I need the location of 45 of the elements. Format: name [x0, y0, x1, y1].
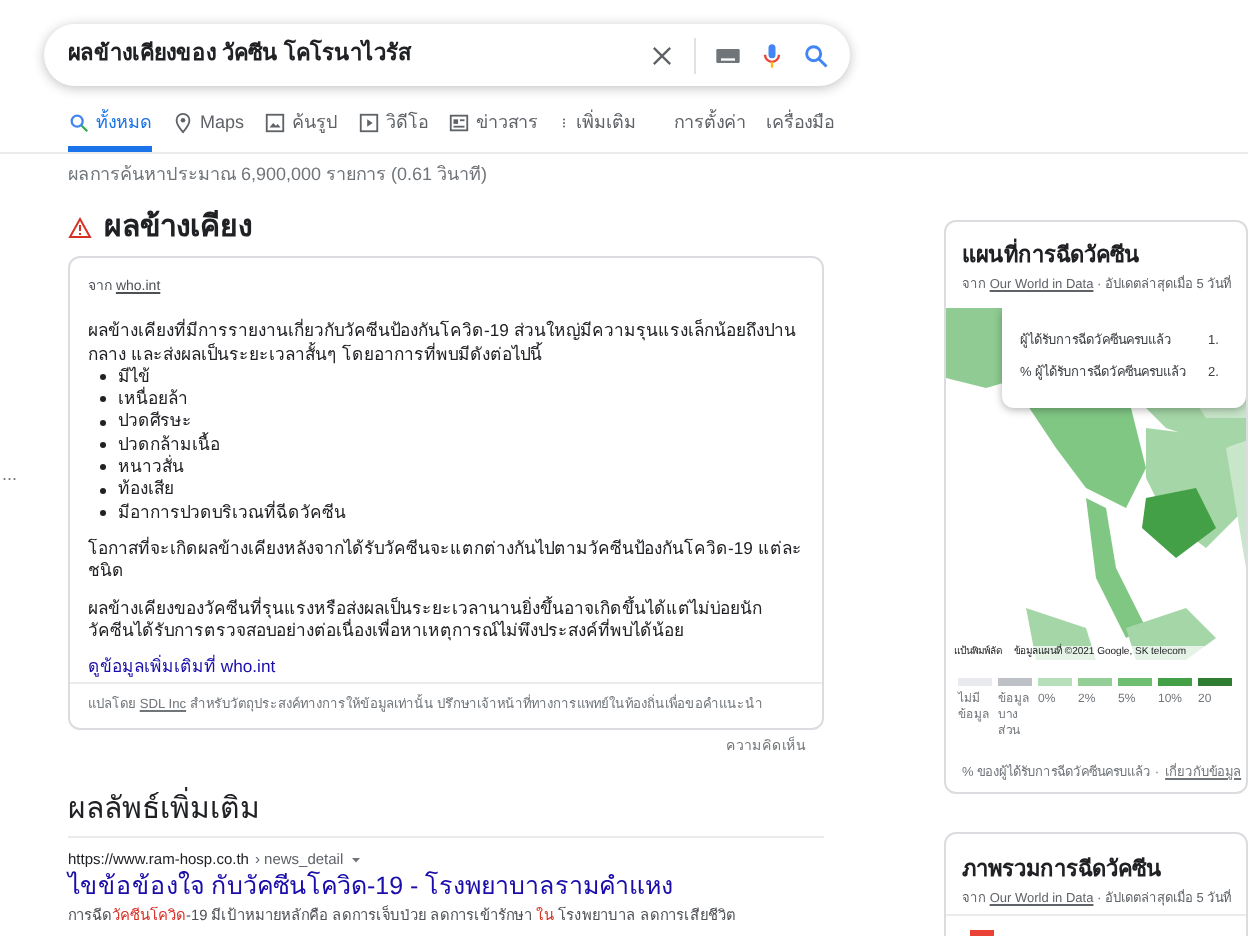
bullet-icon	[100, 464, 106, 471]
section-heading: ผลข้างเคียง	[104, 208, 252, 248]
section-heading: ผลลัพธ์เพิ่มเติม	[68, 788, 260, 833]
news-icon	[448, 112, 471, 134]
bullet-icon	[100, 509, 106, 516]
microphone-icon[interactable]	[758, 41, 786, 69]
flag-icon	[970, 930, 994, 936]
warning-icon	[68, 216, 92, 241]
bullet-icon	[100, 396, 106, 403]
intro-paragraph: ผลข้างเคียงที่มีการรายงานเกี่ยวกับวัคซีนป้องกันโควิด-19 ส่วนใหญ่มีความรุนแรงเล็กน้อยถึงปานกลาง และส่งผลเป็นระยะเวลาสั้นๆ โดยอาการที่พบมีดังต่อไปนี้	[88, 320, 798, 366]
ellipsis-text: ...	[2, 462, 18, 488]
map-pin-icon	[172, 112, 194, 134]
result-title[interactable]: ไขข้อข้องใจ กับวัคซีนโควิด-19 - โรงพยาบาลรามคำแหง	[68, 870, 868, 905]
body-paragraph: โอกาสที่จะเกิดผลข้างเคียงหลังจากได้รับวัคซีนจะแตกต่างกันไปตามวัคซีนป้องกันโควิด-19 แต่ละชนิด	[88, 537, 804, 584]
panel-title: ภาพรวมการฉีดวัคซีน	[962, 855, 1162, 886]
dropdown-caret-icon	[349, 853, 362, 866]
tab[interactable]: Maps	[172, 104, 245, 152]
tools-link[interactable]: เครื่องมือ	[766, 110, 834, 137]
symptom-text: ปวดศีรษะ	[118, 410, 192, 432]
bullet-icon	[100, 419, 106, 426]
symptom-text: หนาวสั่น	[118, 456, 184, 479]
more-info-link[interactable]: ดูข้อมูลเพิ่มเติมที่ who.int	[88, 656, 276, 679]
search-query: ผลข้างเคียงของ วัคซีน โคโรนาไวรัส	[68, 38, 415, 71]
tab[interactable]: ข่าวสาร	[448, 104, 539, 152]
image-icon	[264, 112, 287, 134]
tools-link[interactable]: การตั้งค่า	[674, 110, 746, 137]
symptom-text: มีไข้	[118, 365, 150, 386]
bullet-icon	[100, 441, 106, 448]
symptom-text: ปวดกล้ามเนื้อ	[118, 433, 220, 454]
body-paragraph: ผลข้างเคียงของวัคซีนที่รุนแรงหรือส่งผลเป็นระยะเวลานานยิ่งขึ้นอาจเกิดขึ้นได้แต่ไม่บ่อยนัก วัคซีนได้รับการตรวจสอบอย่างต่อเนื่องเพื่อหาเหตุการณ์ไม่พึงประสงค์ที่พบได้น้อย	[88, 597, 764, 643]
video-icon	[358, 112, 381, 134]
search-icon[interactable]	[802, 41, 830, 69]
panel-title: แผนที่การฉีดวัคซีน	[962, 240, 1140, 273]
symptom-text: มีอาการปวดบริเวณที่ฉีดวัคซีน	[118, 501, 346, 524]
search-icon	[68, 112, 90, 134]
symptom-text: ท้องเสีย	[118, 478, 174, 500]
result-stats: ผลการค้นหาประมาณ 6,900,000 รายการ (0.61 วินาที)	[68, 162, 488, 188]
tab[interactable]: วิดีโอ	[358, 104, 429, 152]
symptom-text: เหนื่อยล้า	[118, 388, 188, 411]
close-icon[interactable]	[648, 41, 676, 69]
bullet-icon	[100, 374, 106, 381]
search-field[interactable]: ผลข้างเคียงของ วัคซีน โคโรนาไวรัส	[44, 24, 850, 86]
tab[interactable]: ค้นรูป	[264, 104, 339, 152]
tab[interactable]: เพิ่มเติม	[558, 104, 637, 152]
bullet-icon	[100, 487, 106, 494]
